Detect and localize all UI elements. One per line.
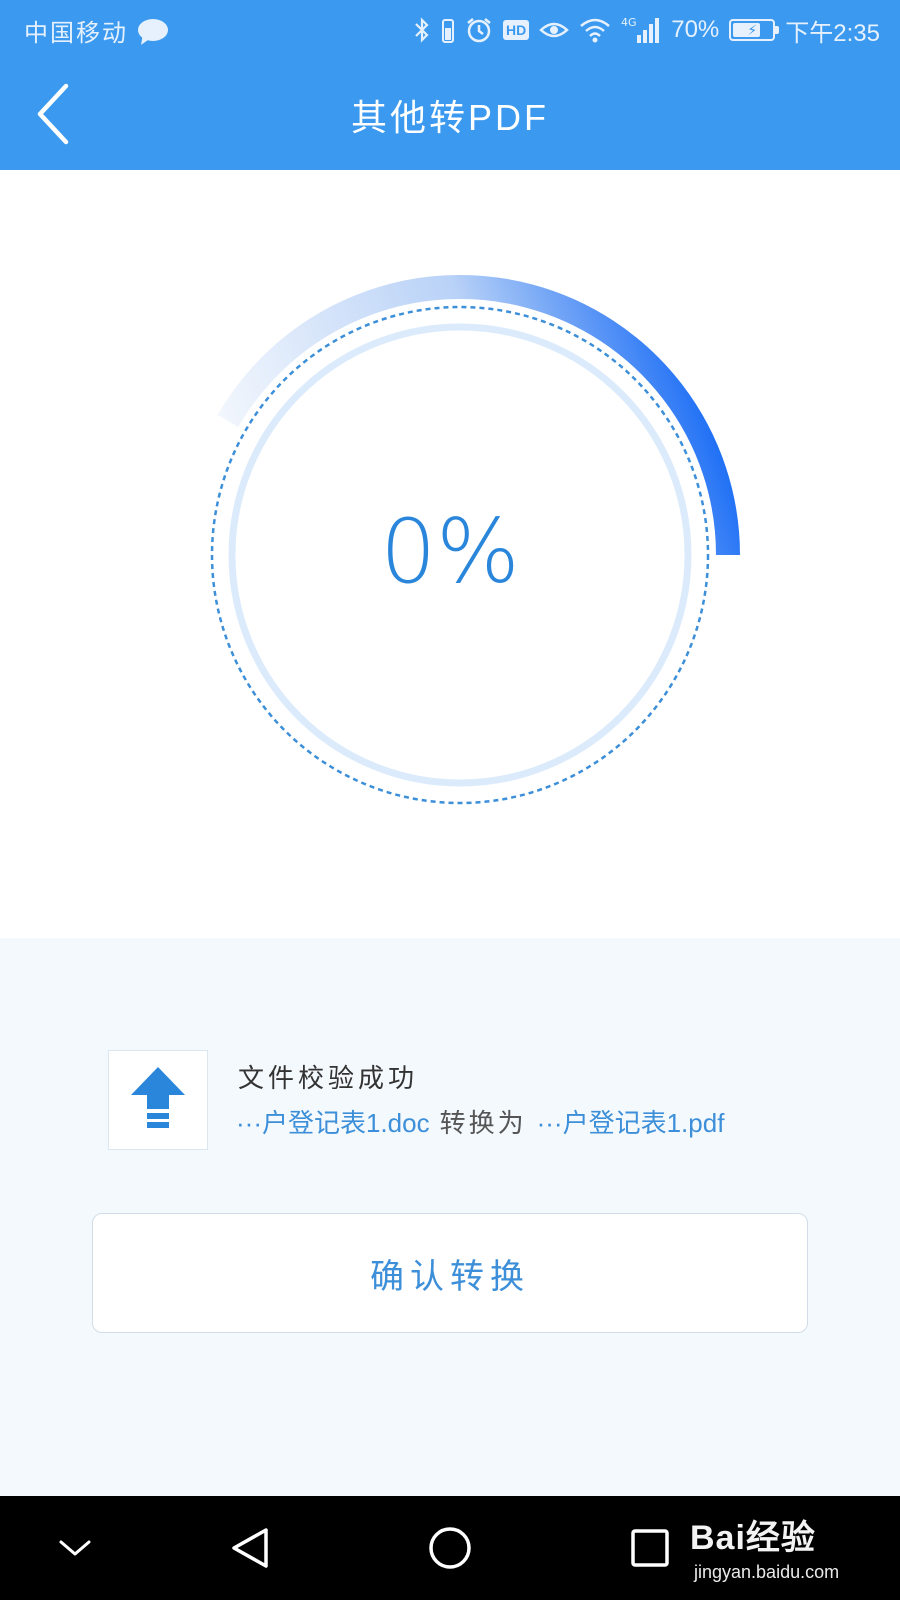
network-type: 4G [621, 16, 637, 29]
nav-recents-button[interactable] [620, 1518, 680, 1578]
bluetooth-icon [415, 17, 429, 43]
carrier-name: 中国移动 [24, 19, 128, 47]
battery-percent: 70% [671, 16, 720, 43]
charging-icon: ⚡ [747, 21, 758, 38]
watermark-url: jingyan.baidu.com [694, 1562, 840, 1582]
back-button[interactable] [30, 82, 90, 148]
status-bar: 中国移动 HD 4G 70% ⚡ 下午2:35 [0, 0, 900, 60]
confirm-convert-button[interactable]: 确认转换 [92, 1213, 808, 1333]
hide-nav-button[interactable] [45, 1518, 105, 1578]
circle-home-icon [429, 1527, 471, 1569]
upload-arrow-icon [131, 1067, 185, 1128]
wifi-icon [580, 18, 611, 43]
signal-icon: 4G [621, 16, 660, 43]
hd-icon: HD [503, 20, 530, 40]
triangle-back-icon [232, 1528, 268, 1568]
nav-home-button[interactable] [420, 1518, 480, 1578]
target-file-name: ···户登记表1.pdf [536, 1108, 725, 1138]
convert-to-label: 转换为 [439, 1108, 527, 1138]
chevron-left-icon [37, 83, 69, 145]
conversion-line: ···户登记表1.doc 转换为 ···户登记表1.pdf [236, 1103, 724, 1140]
eye-icon [539, 22, 570, 38]
message-icon [138, 19, 168, 41]
progress-percent: 0% [380, 500, 520, 603]
battery-icon: ⚡ [729, 19, 780, 41]
navigation-bar: Bai经验 jingyan.baidu.com [0, 1496, 900, 1600]
clock: 下午2:35 [785, 19, 880, 47]
info-area: 文件校验成功 ···户登记表1.doc 转换为 ···户登记表1.pdf 确认转… [0, 938, 900, 1496]
watermark-logo: Bai经验 [690, 1519, 816, 1557]
nav-back-button[interactable] [220, 1518, 280, 1578]
file-upload-thumbnail [108, 1050, 208, 1150]
square-recents-icon [631, 1529, 669, 1567]
status-left: 中国移动 [24, 13, 168, 48]
battery-saver-icon [442, 19, 454, 43]
chevron-down-icon [59, 1540, 91, 1556]
source-file-name: ···户登记表1.doc [236, 1108, 430, 1138]
status-right: HD 4G 70% ⚡ 下午2:35 [413, 13, 880, 48]
page-title: 其他转PDF [350, 97, 549, 138]
file-status-text: 文件校验成功 [238, 1063, 419, 1093]
baidu-watermark: Bai经验 jingyan.baidu.com [690, 1510, 890, 1594]
progress-area: 0% [0, 170, 900, 938]
alarm-icon [467, 18, 491, 43]
app-bar: 其他转PDF [0, 60, 900, 170]
